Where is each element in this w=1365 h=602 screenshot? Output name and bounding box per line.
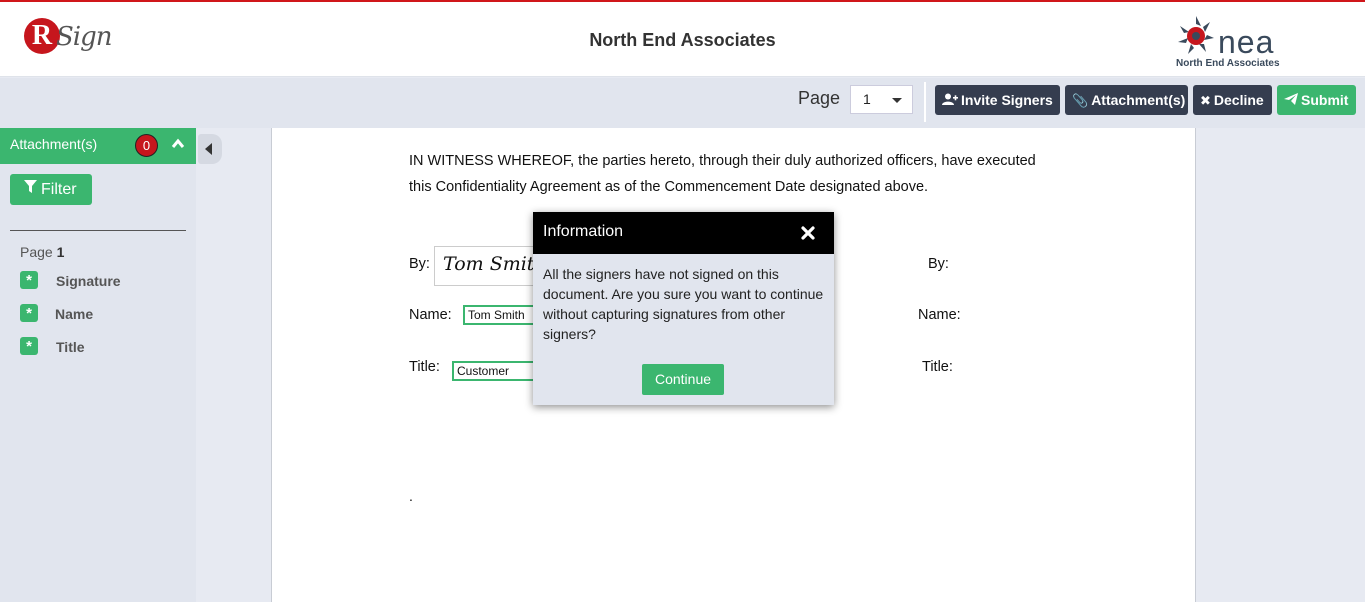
- right-by-label: By:: [928, 256, 949, 272]
- nea-logo-text: nea: [1218, 24, 1275, 60]
- submit-label: Submit: [1301, 92, 1349, 108]
- title-field[interactable]: Customer: [452, 361, 542, 381]
- asterisk-icon: *: [20, 337, 38, 355]
- page-select-value: 1: [863, 91, 871, 107]
- submit-button[interactable]: Submit: [1277, 85, 1356, 115]
- left-name-label: Name:: [409, 307, 452, 323]
- decline-button[interactable]: ✖ Decline: [1193, 85, 1272, 115]
- right-title-label: Title:: [922, 359, 953, 375]
- collapse-sidebar-button[interactable]: [198, 134, 222, 164]
- decline-label: Decline: [1213, 92, 1264, 108]
- attachments-panel-header[interactable]: Attachment(s) 0: [0, 128, 196, 164]
- dialog-header: Information: [533, 212, 834, 254]
- caret-down-icon: [892, 98, 902, 103]
- filter-label: Filter: [41, 181, 77, 198]
- paper-plane-icon: [1284, 86, 1298, 116]
- left-title-label: Title:: [409, 359, 440, 375]
- dialog-message: All the signers have not signed on this …: [543, 266, 824, 342]
- sidebar: Attachment(s) 0 Filter Page 1 * Signatur…: [0, 128, 196, 602]
- nea-logo-subtitle: North End Associates: [1176, 58, 1280, 69]
- asterisk-icon: *: [20, 271, 38, 289]
- signature-value: Tom Smith: [443, 253, 547, 275]
- toolbar-divider: [924, 82, 926, 122]
- caret-left-icon: [205, 143, 212, 155]
- user-plus-icon: [942, 86, 958, 116]
- left-by-label: By:: [409, 256, 430, 272]
- close-icon: ✖: [1200, 93, 1211, 108]
- page-label: Page: [798, 88, 841, 108]
- dialog-title: Information: [543, 223, 624, 240]
- filter-button[interactable]: Filter: [10, 174, 92, 205]
- close-icon[interactable]: [800, 225, 816, 241]
- sidebar-item-title[interactable]: * Title: [20, 337, 140, 357]
- toolbar: Page 1 Invite Signers 📎 Attachment(s) ✖ De…: [0, 78, 1365, 128]
- name-field[interactable]: Tom Smith: [463, 305, 543, 325]
- continue-button[interactable]: Continue: [642, 364, 724, 395]
- sidebar-page-text: Page: [20, 244, 53, 260]
- page-title: North End Associates: [589, 30, 776, 50]
- filter-icon: [24, 174, 37, 205]
- sidebar-item-name[interactable]: * Name: [20, 304, 140, 324]
- app-header: R Sign North End Associates nea North En…: [0, 0, 1365, 77]
- attachments-count-badge: 0: [135, 134, 158, 157]
- sidebar-page-heading: Page 1: [20, 244, 64, 260]
- document-trailing-text: .: [409, 488, 413, 504]
- sidebar-page-number: 1: [56, 244, 65, 260]
- information-dialog: Information All the signers have not sig…: [533, 212, 834, 405]
- page-select[interactable]: 1: [850, 85, 913, 114]
- invite-signers-label: Invite Signers: [961, 92, 1053, 108]
- attachments-button[interactable]: 📎 Attachment(s): [1065, 85, 1188, 115]
- attachments-panel-label: Attachment(s): [10, 136, 98, 152]
- sidebar-item-label: Title: [56, 339, 85, 355]
- nea-logo: nea North End Associates: [1174, 12, 1294, 72]
- document-paragraph: IN WITNESS WHEREOF, the parties hereto, …: [409, 153, 1036, 195]
- right-name-label: Name:: [918, 307, 961, 323]
- chevron-up-icon[interactable]: [171, 137, 185, 151]
- nea-logo-mark-icon: [1178, 16, 1214, 54]
- sidebar-item-label: Name: [55, 306, 94, 322]
- sidebar-item-signature[interactable]: * Signature: [20, 271, 140, 291]
- invite-signers-button[interactable]: Invite Signers: [935, 85, 1060, 115]
- sidebar-item-label: Signature: [56, 273, 121, 289]
- sidebar-divider: [10, 230, 186, 231]
- attachments-label: Attachment(s): [1091, 92, 1186, 108]
- asterisk-icon: *: [20, 304, 38, 322]
- paperclip-icon: 📎: [1072, 93, 1089, 108]
